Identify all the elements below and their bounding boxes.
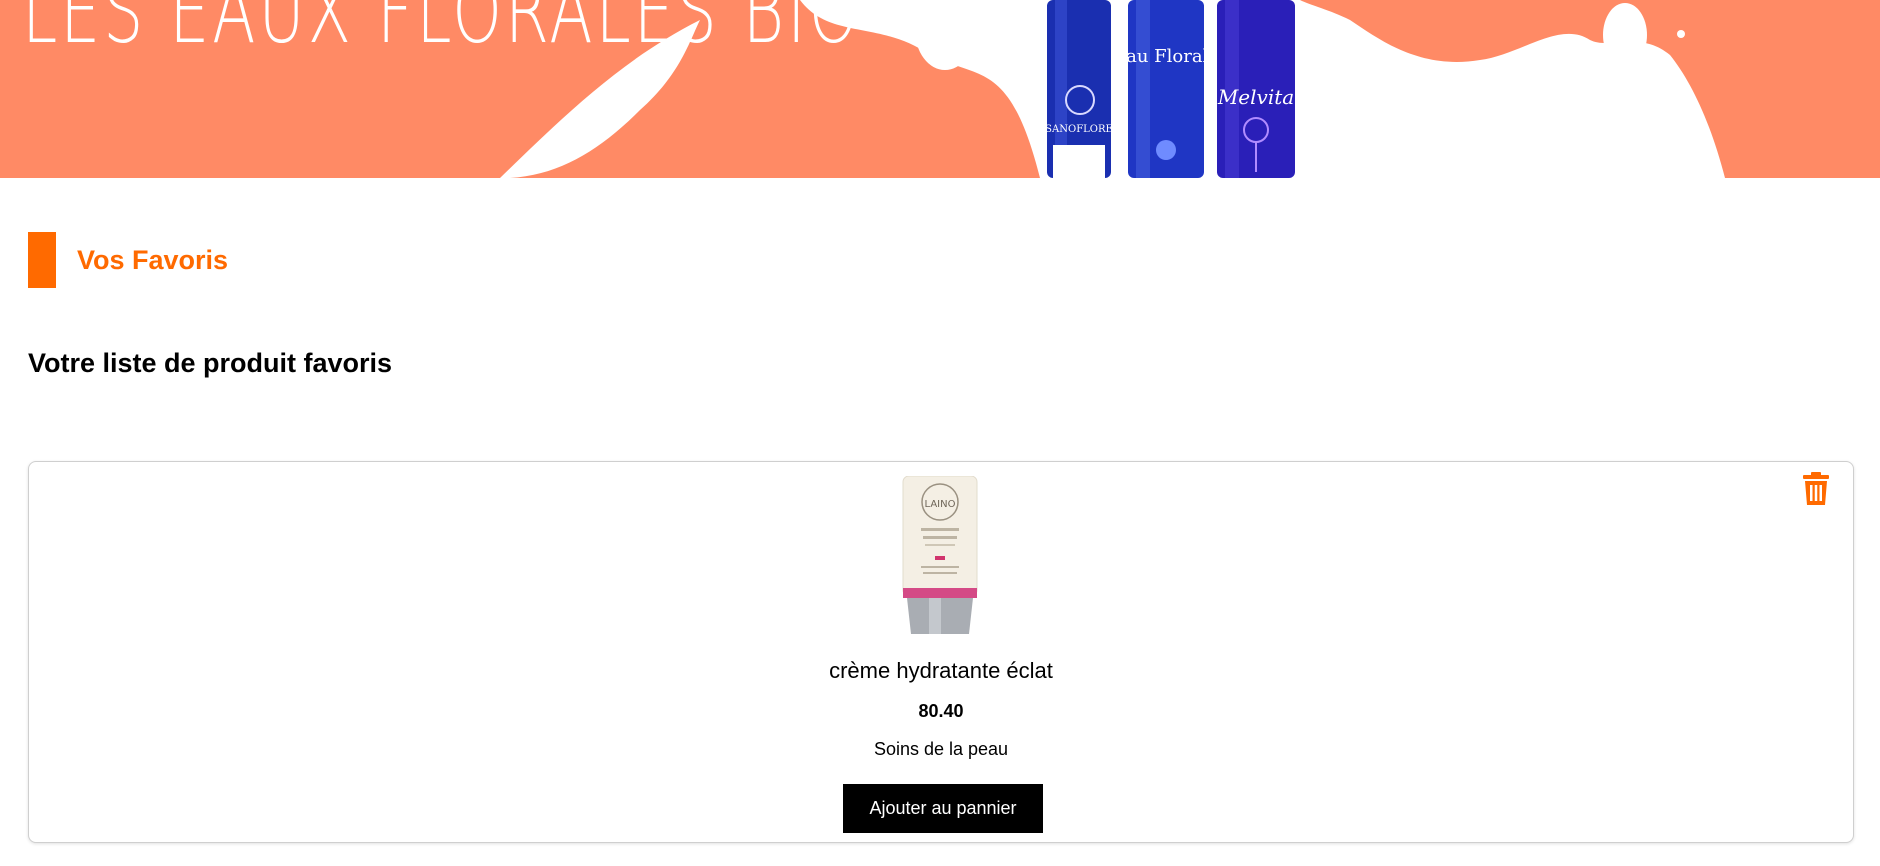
section-title: Vos Favoris bbox=[77, 244, 229, 275]
product-name[interactable]: crème hydratante éclat bbox=[29, 658, 1853, 684]
delete-favorite-button[interactable] bbox=[1801, 472, 1831, 506]
favorite-product-card: LAINO crème hydratante éclat 80.40 Soins… bbox=[28, 461, 1854, 843]
product-image[interactable]: LAINO bbox=[899, 475, 981, 636]
bottle-melvita: Melvita bbox=[1217, 0, 1295, 178]
favorites-list-heading: Votre liste de produit favoris bbox=[28, 348, 393, 378]
product-category: Soins de la peau bbox=[873, 739, 1009, 759]
bottle-sanoflore: SANOFLORE bbox=[1045, 0, 1113, 178]
svg-text:LAINO: LAINO bbox=[925, 499, 956, 510]
bottle-eau-florale: Eau Florale bbox=[1113, 0, 1219, 178]
section-accent-bar bbox=[28, 232, 56, 288]
banner-title: LES EAUX FLORALES BIO bbox=[22, 0, 862, 63]
svg-text:Melvita: Melvita bbox=[1217, 85, 1294, 109]
svg-text:SANOFLORE: SANOFLORE bbox=[1045, 124, 1113, 135]
trash-icon bbox=[1803, 472, 1829, 505]
add-to-cart-button[interactable]: Ajouter au pannier bbox=[843, 784, 1043, 833]
product-price: 80.40 bbox=[918, 701, 964, 721]
hero-banner: SANOFLORE Eau Florale Melvita LES EAUX F… bbox=[0, 0, 1880, 178]
svg-text:Eau Florale: Eau Florale bbox=[1113, 46, 1219, 67]
section-header: Vos Favoris bbox=[28, 232, 228, 288]
cream-tube-image: LAINO bbox=[902, 475, 978, 634]
